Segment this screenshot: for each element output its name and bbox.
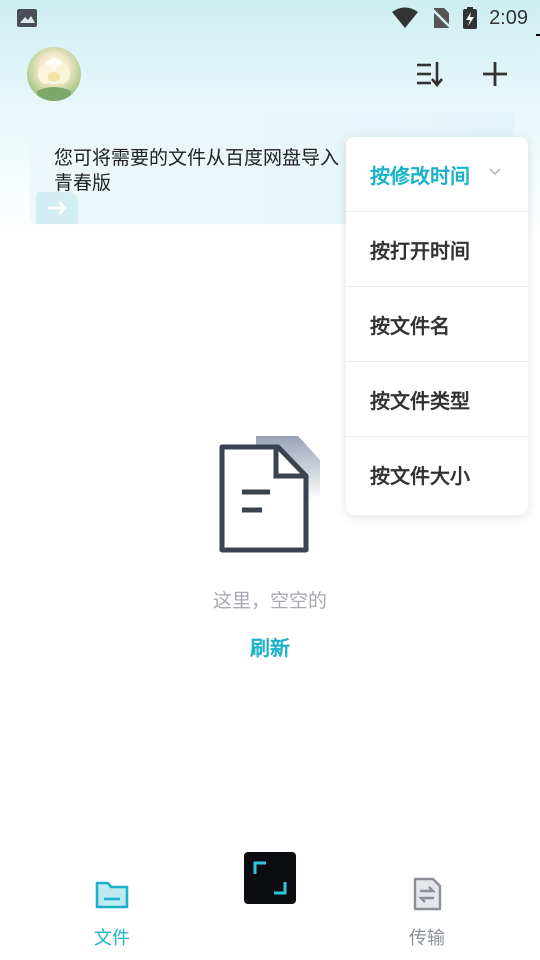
- banner-arrow-button[interactable]: [36, 192, 78, 224]
- status-icons: 2:09: [391, 6, 528, 30]
- no-sim-icon: [431, 8, 451, 28]
- sort-item-label: 按打开时间: [370, 238, 470, 263]
- clock: 2:09: [489, 6, 528, 29]
- sort-item-label: 按修改时间: [370, 163, 470, 188]
- status-bar: 2:09: [0, 0, 540, 36]
- scan-button[interactable]: [244, 852, 296, 904]
- sort-by-file-type[interactable]: 按文件类型: [346, 362, 528, 437]
- transfer-icon: [413, 877, 442, 911]
- nav-files[interactable]: 文件: [67, 876, 157, 950]
- sort-item-label: 按文件大小: [370, 464, 470, 488]
- folder-icon: [95, 881, 129, 909]
- empty-document-icon: [219, 436, 320, 553]
- sort-by-file-name[interactable]: 按文件名: [346, 287, 528, 362]
- sort-item-label: 按文件类型: [370, 388, 470, 413]
- sort-button[interactable]: [414, 58, 446, 90]
- nav-transfer[interactable]: 传输: [382, 876, 472, 950]
- plus-icon: [483, 62, 507, 86]
- arrow-right-icon: [48, 201, 67, 215]
- chevron-down-icon: [489, 168, 501, 176]
- add-button[interactable]: [479, 58, 511, 90]
- sort-by-open-time[interactable]: 按打开时间: [346, 212, 528, 287]
- empty-message: 这里，空空的: [212, 590, 327, 612]
- avatar-image: [37, 58, 71, 101]
- sort-item-label: 按文件名: [370, 313, 450, 338]
- sort-by-modified-time[interactable]: 按修改时间: [346, 137, 528, 212]
- refresh-button[interactable]: 刷新: [0, 632, 540, 661]
- nav-transfer-label: 传输: [409, 928, 445, 949]
- nav-files-label: 文件: [94, 928, 130, 949]
- sort-by-file-size[interactable]: 按文件大小: [346, 437, 528, 512]
- scan-icon: [253, 861, 287, 895]
- banner-text: 您可将需要的文件从百度网盘导入青春版: [54, 147, 340, 194]
- sort-icon: [417, 62, 443, 88]
- screen-edge-mark: [536, 34, 540, 36]
- wifi-icon: [392, 7, 419, 28]
- avatar[interactable]: [27, 47, 81, 101]
- image-icon: [17, 9, 37, 27]
- sort-menu: 按修改时间 按打开时间 按文件名 按文件类型 按文件大小: [346, 137, 528, 515]
- battery-charging-icon: [463, 7, 478, 29]
